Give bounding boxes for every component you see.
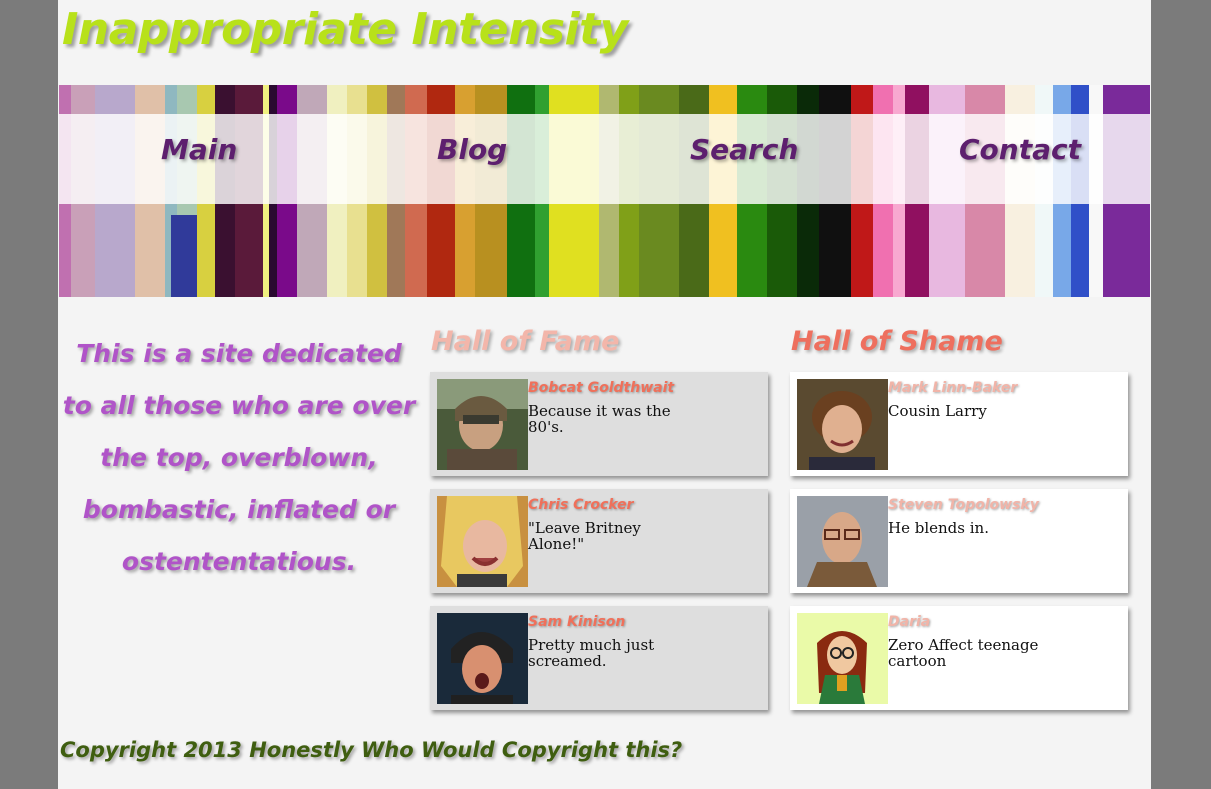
shame-entry-description: Cousin Larry	[888, 402, 987, 420]
shame-card: Steven Topolowsky He blends in.	[790, 489, 1128, 593]
fame-entry-description: "Leave Britney Alone!"	[528, 519, 641, 553]
fame-entry-description: Because it was the 80's.	[528, 402, 671, 436]
person-photo	[797, 496, 888, 587]
fame-card: Sam Kinison Pretty much just screamed.	[430, 606, 768, 710]
shame-card: Mark Linn-Baker Cousin Larry	[790, 372, 1128, 476]
shame-entry-name[interactable]: Steven Topolowsky	[888, 497, 1039, 513]
shame-entry-name[interactable]: Daria	[888, 614, 930, 630]
site-title: Inappropriate Intensity	[62, 4, 628, 55]
shame-entry-description: Zero Affect teenage cartoon	[888, 636, 1039, 670]
person-photo	[437, 496, 528, 587]
shame-entry-description: He blends in.	[888, 519, 989, 537]
fame-entry-name[interactable]: Bobcat Goldthwait	[528, 380, 674, 396]
fame-entry-name[interactable]: Sam Kinison	[528, 614, 625, 630]
nav-banner: Main Blog Search Contact	[59, 85, 1150, 297]
person-photo	[437, 613, 528, 704]
page-container: Inappropriate Intensity Main Blog Search…	[58, 0, 1151, 789]
person-photo	[797, 613, 888, 704]
nav-link-blog[interactable]: Blog	[437, 133, 507, 166]
nav-link-search[interactable]: Search	[690, 133, 798, 166]
fame-entry-description: Pretty much just screamed.	[528, 636, 655, 670]
fame-card: Chris Crocker "Leave Britney Alone!"	[430, 489, 768, 593]
person-photo	[437, 379, 528, 470]
hall-of-shame-title: Hall of Shame	[791, 326, 1003, 357]
nav-link-contact[interactable]: Contact	[959, 133, 1081, 166]
shame-card: Daria Zero Affect teenage cartoon	[790, 606, 1128, 710]
fame-card: Bobcat Goldthwait Because it was the 80'…	[430, 372, 768, 476]
intro-text: This is a site dedicated to all those wh…	[62, 339, 416, 576]
fame-entry-name[interactable]: Chris Crocker	[528, 497, 633, 513]
shame-entry-name[interactable]: Mark Linn-Baker	[888, 380, 1017, 396]
nav-link-main[interactable]: Main	[161, 133, 237, 166]
person-photo	[797, 379, 888, 470]
hall-of-fame-title: Hall of Fame	[431, 326, 620, 357]
footer-copyright: Copyright 2013 Honestly Who Would Copyri…	[60, 738, 683, 762]
